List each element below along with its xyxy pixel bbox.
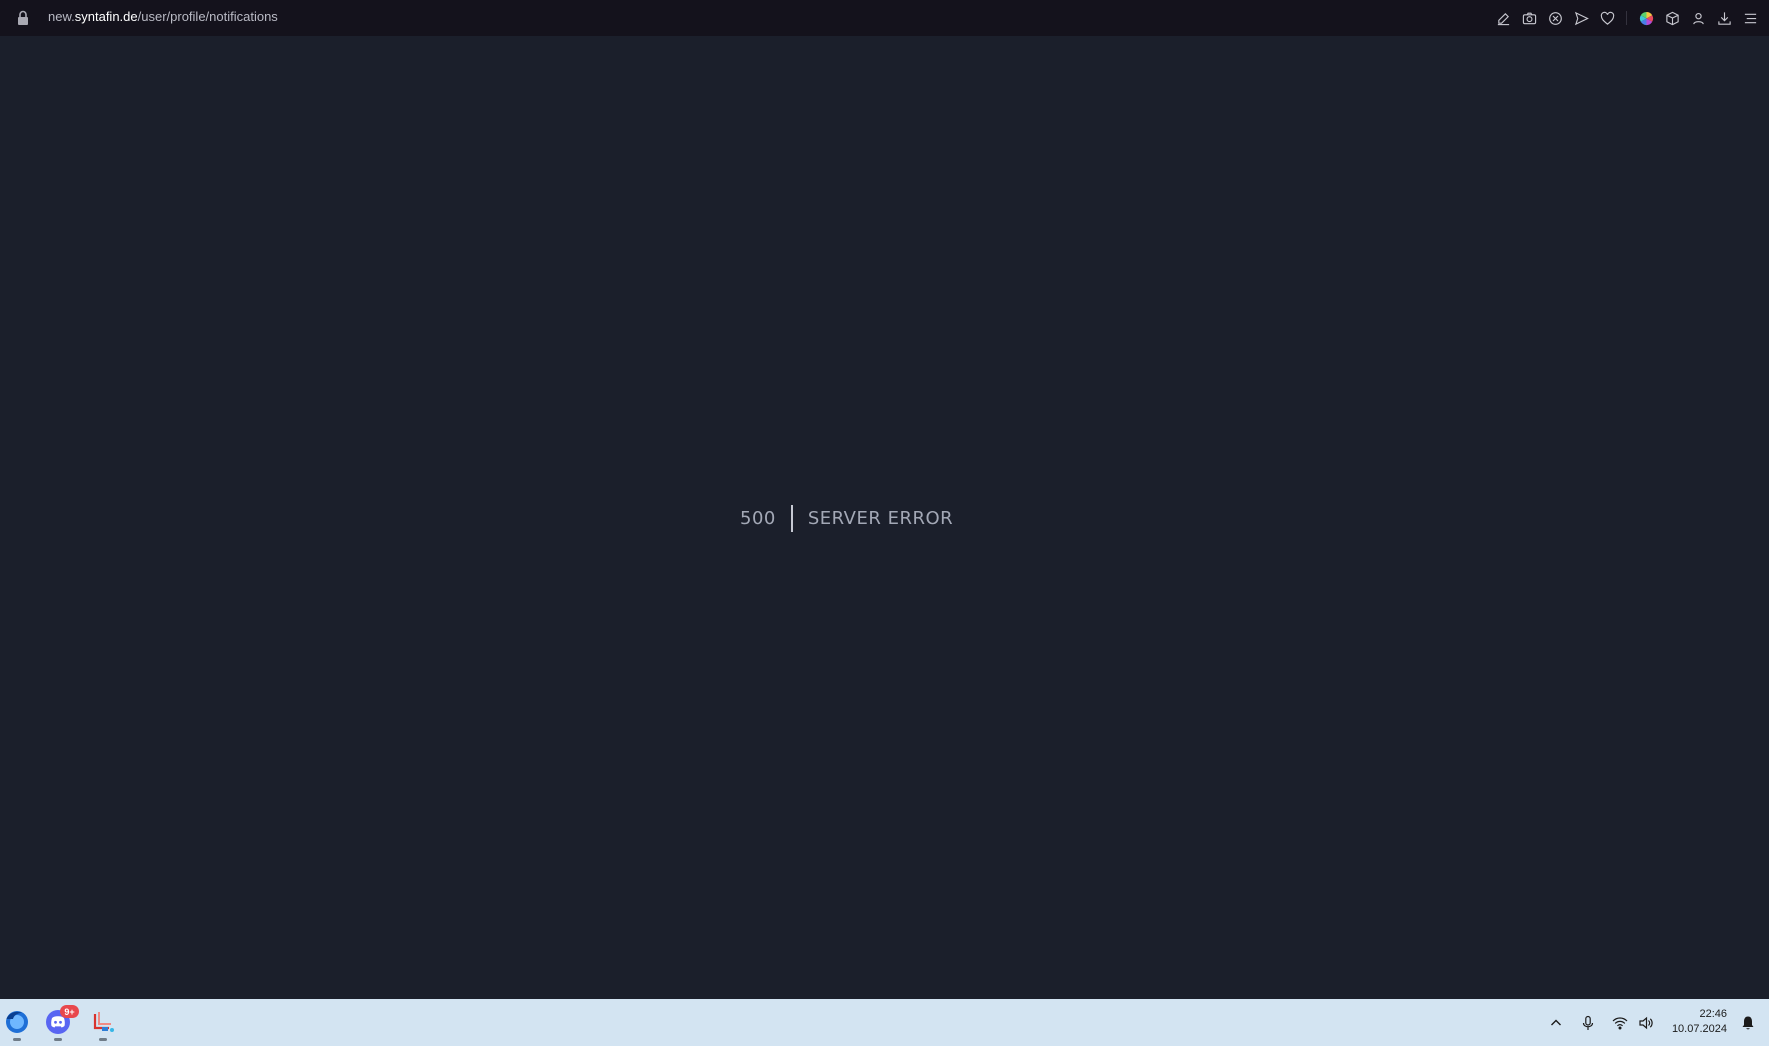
- notification-badge: 9+: [60, 1005, 79, 1018]
- system-tray: [1543, 999, 1659, 1046]
- color-wheel-icon[interactable]: [1633, 6, 1659, 30]
- browser-address-bar: new.syntafin.de/user/profile/notificatio…: [0, 0, 1769, 36]
- cube-icon[interactable]: [1659, 6, 1685, 30]
- system-clock[interactable]: 22:46 10.07.2024: [1672, 1007, 1727, 1037]
- taskbar: 9+ 22:46 10.07.2024: [0, 999, 1769, 1046]
- discord-icon[interactable]: 9+: [41, 1005, 79, 1041]
- lock-icon[interactable]: [16, 10, 30, 26]
- bell-icon[interactable]: [1735, 1008, 1761, 1038]
- wifi-icon[interactable]: [1607, 1008, 1633, 1038]
- error-text: SERVER ERROR: [807, 507, 954, 529]
- heart-icon[interactable]: [1594, 6, 1620, 30]
- url-host: syntafin.de: [74, 9, 138, 24]
- chevron-up-icon[interactable]: [1543, 1008, 1569, 1038]
- page-content: 500 SERVER ERROR: [0, 36, 1769, 999]
- block-icon[interactable]: [1542, 6, 1568, 30]
- clock-time: 22:46: [1699, 1008, 1727, 1020]
- running-indicator: [54, 1038, 62, 1041]
- edit-icon[interactable]: [1490, 6, 1516, 30]
- running-indicator: [13, 1038, 21, 1041]
- send-icon[interactable]: [1568, 6, 1594, 30]
- url-prefix: new.: [48, 9, 75, 24]
- toolbar-separator: [1626, 11, 1627, 25]
- url-field[interactable]: new.syntafin.de/user/profile/notificatio…: [48, 9, 278, 24]
- camera-icon[interactable]: [1516, 6, 1542, 30]
- clock-date: 10.07.2024: [1671, 1023, 1727, 1035]
- browser-toolbar: [1490, 6, 1763, 30]
- menu-icon[interactable]: [1737, 6, 1763, 30]
- running-indicator: [99, 1038, 107, 1041]
- microphone-icon[interactable]: [1575, 1008, 1601, 1038]
- snipping-tool-icon[interactable]: [86, 1005, 120, 1041]
- speaker-icon[interactable]: [1633, 1008, 1659, 1038]
- profile-icon[interactable]: [1685, 6, 1711, 30]
- download-icon[interactable]: [1711, 6, 1737, 30]
- firefox-icon[interactable]: [0, 1005, 34, 1041]
- error-code: 500: [740, 507, 776, 529]
- server-error-message: 500 SERVER ERROR: [740, 503, 953, 533]
- url-path: /user/profile/notifications: [137, 9, 278, 24]
